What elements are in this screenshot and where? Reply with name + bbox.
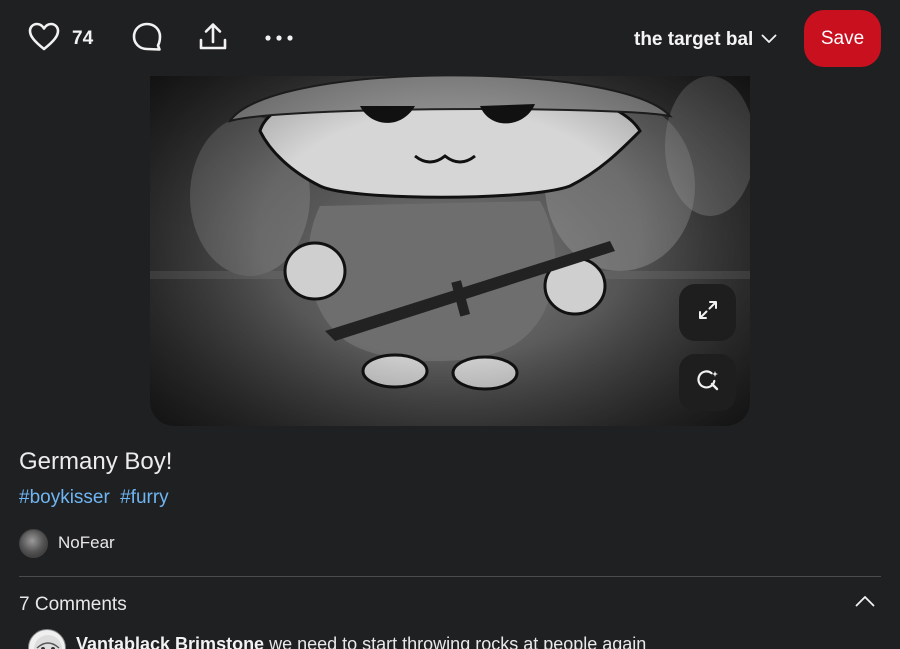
comment-author[interactable]: Vantablack Brimstone [76, 634, 264, 649]
comment-text: we need to start throwing rocks at peopl… [269, 634, 647, 649]
share-button[interactable] [194, 20, 232, 58]
section-divider [19, 576, 881, 577]
like-button[interactable]: 74 [28, 20, 93, 58]
hashtag-link[interactable]: #boykisser [19, 487, 110, 508]
heart-icon [28, 22, 60, 57]
comment-button[interactable] [128, 20, 166, 58]
pin-image[interactable] [150, 76, 750, 426]
ellipsis-icon [263, 30, 295, 48]
chevron-down-icon [753, 31, 777, 49]
commenter-avatar[interactable] [28, 629, 66, 649]
board-name: the target bal [634, 29, 754, 50]
pin-action-bar: 74 the target bal Save [0, 0, 900, 80]
visual-search-lens-icon [696, 368, 720, 397]
expand-image-button[interactable] [679, 284, 736, 341]
expand-arrows-icon [697, 299, 719, 326]
comments-count-heading[interactable]: 7 Comments [19, 594, 127, 616]
pin-detail-view: 74 the target bal Save Germany Boy! #boy… [0, 0, 900, 649]
like-count: 74 [72, 28, 94, 49]
share-upload-icon [197, 21, 229, 58]
more-options-button[interactable] [260, 20, 298, 58]
creator-name: NoFear [58, 533, 115, 552]
visual-search-button[interactable] [679, 354, 736, 411]
chevron-up-icon [855, 594, 875, 612]
pin-hashtags: #boykisser #furry [19, 487, 169, 509]
comment-bubble-icon [131, 21, 163, 58]
save-button[interactable]: Save [804, 10, 881, 67]
pin-title: Germany Boy! [19, 448, 173, 475]
board-selector-dropdown[interactable]: the target bal [634, 26, 777, 54]
image-vignette [150, 76, 750, 426]
comment-item: Vantablack Brimstone we need to start th… [28, 629, 888, 649]
comment-body: Vantablack Brimstone we need to start th… [76, 634, 646, 649]
hashtag-link[interactable]: #furry [120, 487, 169, 508]
creator-avatar [19, 528, 48, 558]
collapse-comments-button[interactable] [850, 590, 880, 616]
creator-profile-link[interactable]: NoFear [19, 528, 115, 558]
